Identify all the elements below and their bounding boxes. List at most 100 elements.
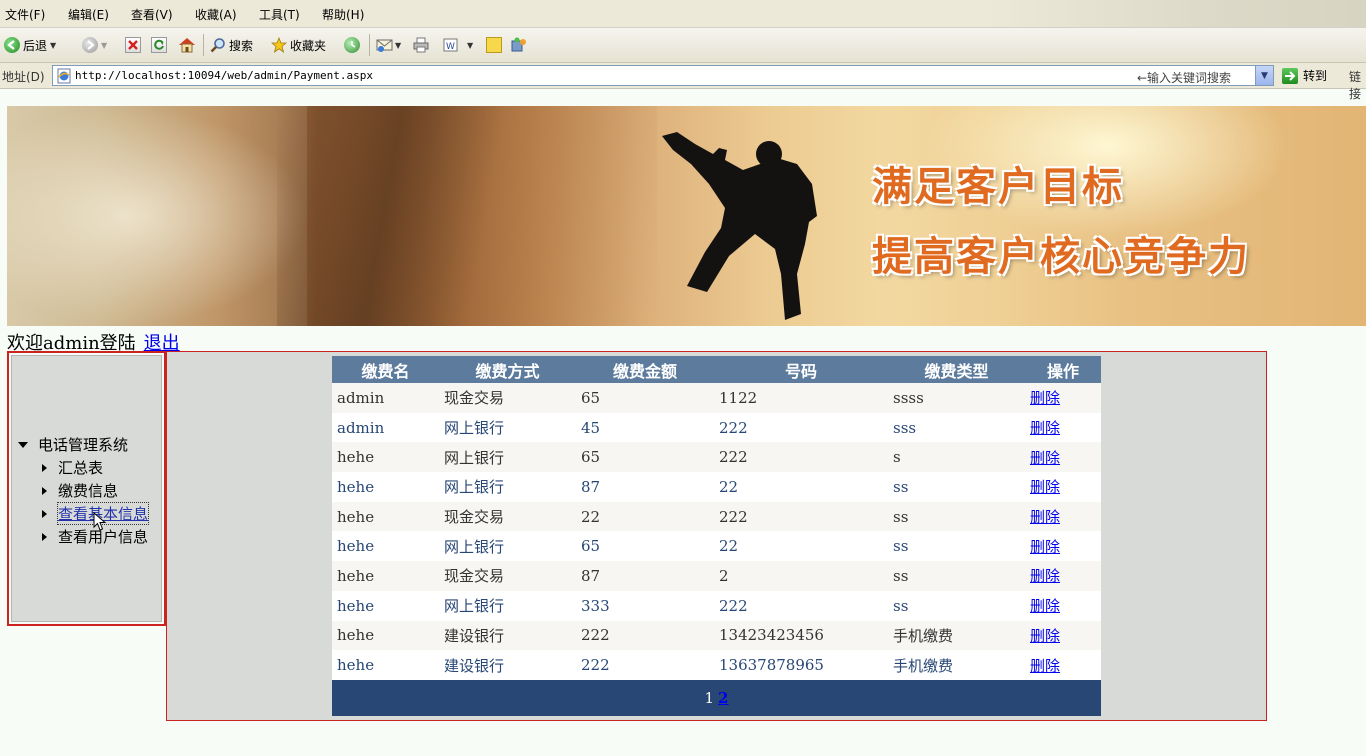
cell-amount: 65	[576, 531, 714, 562]
cell-method: 现金交易	[439, 561, 576, 591]
cell-method: 现金交易	[439, 383, 576, 413]
cell-name: admin	[332, 412, 439, 443]
menu-help[interactable]: 帮助(H)	[322, 6, 364, 23]
cell-type: ssss	[888, 383, 1025, 413]
banner-slogan-2: 提高客户核心竞争力	[872, 234, 1250, 280]
nav-item-payment-info[interactable]: 缴费信息	[42, 480, 118, 501]
payment-table: 缴费名 缴费方式 缴费金额 号码 缴费类型 操作 admin 现金交易 65 1…	[332, 356, 1101, 716]
menu-bar: 文件(F) 编辑(E) 查看(V) 收藏(A) 工具(T) 帮助(H)	[0, 0, 1366, 28]
cell-name: hehe	[332, 590, 439, 621]
table-row: hehe 现金交易 87 2 ss 删除	[332, 561, 1101, 591]
note-icon	[486, 37, 502, 53]
favorites-label: 收藏夹	[290, 38, 327, 53]
chevron-down-icon[interactable]: ▼	[101, 41, 107, 50]
cell-number: 2	[714, 561, 888, 591]
table-row: admin 现金交易 65 1122 ssss 删除	[332, 383, 1101, 413]
discuss-button[interactable]	[486, 35, 502, 55]
search-icon	[210, 37, 226, 53]
edit-button[interactable]: W ▼	[443, 35, 473, 55]
svg-text:W: W	[446, 42, 455, 52]
cell-method: 网上银行	[439, 590, 576, 621]
nav-item-label: 缴费信息	[58, 482, 119, 500]
links-label[interactable]: 链接	[1349, 68, 1366, 102]
expand-right-icon[interactable]	[42, 509, 47, 518]
messenger-button[interactable]	[511, 35, 527, 55]
history-button[interactable]	[344, 35, 360, 55]
forward-button[interactable]: ▼	[82, 35, 107, 55]
expand-down-icon[interactable]	[18, 441, 28, 448]
cell-amount: 45	[576, 412, 714, 443]
chevron-down-icon[interactable]: ▼	[395, 41, 401, 50]
back-button[interactable]: 后退 ▼	[4, 35, 56, 55]
table-row: hehe 现金交易 22 222 ss 删除	[332, 501, 1101, 532]
column-header-name: 缴费名	[332, 356, 439, 383]
banner-rock-light	[7, 106, 307, 326]
nav-item-label: 汇总表	[58, 459, 104, 477]
chevron-down-icon[interactable]: ▼	[467, 41, 473, 50]
home-icon	[178, 37, 195, 53]
pager-page-link[interactable]: 2	[718, 689, 728, 707]
delete-link[interactable]: 删除	[1030, 508, 1060, 526]
left-navigation: 电话管理系统 汇总表 缴费信息 查看基本信息 查看用户信息	[7, 351, 166, 626]
chevron-down-icon[interactable]: ▼	[1255, 66, 1273, 85]
banner-rock-shadow	[277, 106, 657, 326]
menu-edit[interactable]: 编辑(E)	[68, 6, 109, 23]
mouse-cursor-icon	[93, 512, 107, 531]
favorites-button[interactable]: 收藏夹	[270, 35, 327, 55]
address-url[interactable]: http://localhost:10094/web/admin/Payment…	[75, 69, 373, 82]
climber-silhouette	[662, 132, 817, 320]
toolbar: 后退 ▼ ▼ 搜索 收藏夹 ▼ W ▼	[0, 28, 1366, 63]
address-bar: 地址(D) http://localhost:10094/web/admin/P…	[0, 63, 1366, 101]
address-label: 地址(D)	[2, 70, 45, 84]
cell-number: 222	[714, 590, 888, 621]
cell-type: ss	[888, 531, 1025, 562]
toolbar-separator	[369, 34, 370, 56]
print-button[interactable]	[413, 35, 429, 55]
pager: 12	[332, 679, 1101, 716]
cell-name: hehe	[332, 531, 439, 562]
delete-link[interactable]: 删除	[1030, 538, 1060, 556]
expand-right-icon[interactable]	[42, 486, 47, 495]
cell-action: 删除	[1025, 620, 1101, 651]
delete-link[interactable]: 删除	[1030, 478, 1060, 496]
table-row: admin 网上银行 45 222 sss 删除	[332, 412, 1101, 443]
chevron-down-icon[interactable]: ▼	[50, 41, 56, 50]
pager-row: 12	[332, 679, 1101, 716]
menu-tools[interactable]: 工具(T)	[259, 6, 300, 23]
cell-number: 1122	[714, 383, 888, 413]
menu-file[interactable]: 文件(F)	[5, 6, 45, 23]
table-row: hehe 网上银行 65 222 s 删除	[332, 442, 1101, 473]
menu-view[interactable]: 查看(V)	[131, 6, 173, 23]
delete-link[interactable]: 删除	[1030, 627, 1060, 645]
search-button[interactable]: 搜索	[210, 35, 253, 55]
home-button[interactable]	[178, 35, 195, 55]
printer-icon	[413, 37, 429, 53]
toolbar-separator	[203, 34, 204, 56]
nav-root[interactable]: 电话管理系统	[18, 434, 128, 455]
delete-link[interactable]: 删除	[1030, 567, 1060, 585]
cell-amount: 87	[576, 561, 714, 591]
delete-link[interactable]: 删除	[1030, 419, 1060, 437]
cell-action: 删除	[1025, 383, 1101, 413]
stop-icon	[125, 37, 141, 53]
nav-item-summary[interactable]: 汇总表	[42, 457, 103, 478]
expand-right-icon[interactable]	[42, 463, 47, 472]
mail-button[interactable]: ▼	[376, 35, 401, 55]
delete-link[interactable]: 删除	[1030, 449, 1060, 467]
refresh-button[interactable]	[151, 35, 167, 55]
mail-icon	[376, 37, 393, 53]
go-button[interactable]: 转到	[1282, 67, 1327, 84]
address-input[interactable]: http://localhost:10094/web/admin/Payment…	[52, 65, 1274, 86]
keyword-search-hint[interactable]: ←输入关键词搜索	[1137, 69, 1231, 86]
back-arrow-icon	[4, 37, 20, 53]
delete-link[interactable]: 删除	[1030, 657, 1060, 675]
cell-type: ss	[888, 472, 1025, 502]
menu-favorites[interactable]: 收藏(A)	[195, 6, 237, 23]
expand-right-icon[interactable]	[42, 532, 47, 541]
go-label: 转到	[1303, 69, 1328, 83]
delete-link[interactable]: 删除	[1030, 389, 1060, 407]
delete-link[interactable]: 删除	[1030, 597, 1060, 615]
cell-name: hehe	[332, 442, 439, 473]
stop-button[interactable]	[125, 35, 141, 55]
pager-current-page: 1	[704, 688, 715, 707]
